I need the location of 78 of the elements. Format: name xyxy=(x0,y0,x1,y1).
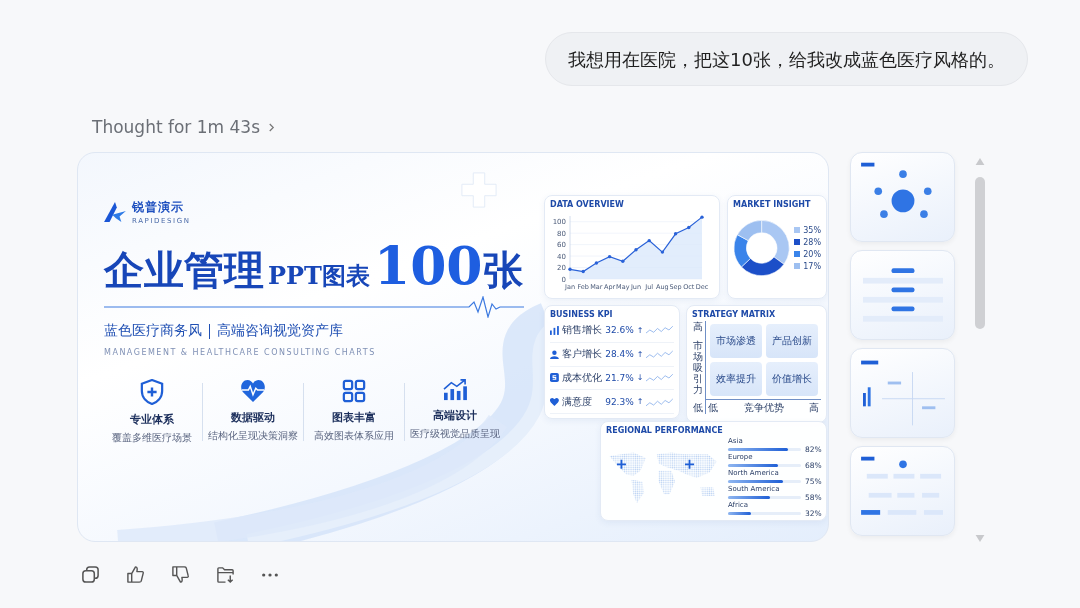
slide-thumbnail[interactable] xyxy=(850,152,955,242)
kpi-label: 成本优化 xyxy=(561,370,603,385)
card-title: BUSINESS KPI xyxy=(550,310,614,319)
legend-swatch xyxy=(794,239,801,245)
trend-arrow: ↑ xyxy=(636,397,644,407)
legend-swatch xyxy=(794,227,801,233)
person-icon xyxy=(550,349,559,359)
slide-subtitle: 高端咨询视觉资产库 xyxy=(217,322,343,340)
bar-chart-icon xyxy=(550,325,559,335)
matrix-quadrant: 市场渗透 xyxy=(710,324,762,358)
scrollbar-thumb[interactable] xyxy=(975,177,985,329)
kpi-value: 32.6% xyxy=(605,325,634,336)
kpi-value: 92.3% xyxy=(605,396,634,407)
chevron-icon xyxy=(268,121,276,133)
card-title: MARKET INSIGHT xyxy=(733,200,812,209)
slide-title-text: 企业管理 xyxy=(104,245,264,295)
slide-thumbnail[interactable] xyxy=(850,250,955,340)
slide-tagline: MANAGEMENT & HEALTHCARE CONSULTING CHARTS xyxy=(104,348,377,357)
trend-arrow: ↓ xyxy=(636,373,644,383)
kpi-label: 客户增长 xyxy=(561,347,603,362)
thought-toggle[interactable]: Thought for 1m 43s xyxy=(92,116,276,138)
feature-title: 数据驱动 xyxy=(231,410,275,425)
axis-label: 高 xyxy=(692,321,703,333)
card-title: STRATEGY MATRIX xyxy=(692,310,777,319)
cross-icon xyxy=(460,171,498,209)
slide-title-text: 张 xyxy=(482,245,523,295)
kpi-label: 销售增长 xyxy=(561,323,603,338)
bar-chart-arrow-icon xyxy=(442,379,468,401)
heart-pulse-icon xyxy=(240,379,266,403)
thumbs-down-icon[interactable] xyxy=(171,565,190,584)
folder-download-icon[interactable] xyxy=(216,565,235,584)
feature-title: 高端设计 xyxy=(433,408,477,423)
sparkline-drawing xyxy=(646,349,674,360)
feature-title: 专业体系 xyxy=(130,412,174,427)
legend-label: 17% xyxy=(803,261,821,271)
kpi-label: 满意度 xyxy=(561,394,593,409)
feature-note: 高效图表体系应用 xyxy=(314,429,394,443)
heart-icon xyxy=(550,397,559,406)
slide-thumbnail[interactable] xyxy=(850,348,955,438)
sparkline-drawing xyxy=(646,325,674,336)
slide-thumbnail[interactable] xyxy=(850,446,955,536)
feature-title: 图表丰富 xyxy=(332,410,376,425)
card-title: DATA OVERVIEW xyxy=(550,200,625,209)
feature-note: 医疗级视觉品质呈现 xyxy=(410,427,500,441)
copy-icon[interactable] xyxy=(81,565,100,584)
legend-label: 35% xyxy=(803,225,821,235)
matrix-quadrant: 产品创新 xyxy=(766,324,818,358)
thumbs-up-icon[interactable] xyxy=(126,565,145,584)
feature-note: 结构化呈现决策洞察 xyxy=(208,429,298,443)
matrix-quadrant: 价值增长 xyxy=(766,362,818,396)
trend-arrow: ↑ xyxy=(636,349,644,359)
legend-swatch xyxy=(794,251,801,257)
shield-plus-icon xyxy=(140,379,164,405)
legend-label: 28% xyxy=(803,237,821,247)
legend-label: 20% xyxy=(803,249,821,259)
axis-title: 市场吸引力 xyxy=(692,340,703,395)
slide-title-text: 100 xyxy=(373,235,483,296)
axis-label: 低 xyxy=(708,402,718,414)
slide-title-text: PPT图表 xyxy=(268,260,370,292)
trend-arrow: ↑ xyxy=(636,325,644,335)
more-icon[interactable] xyxy=(261,571,279,578)
user-message: 我想用在医院，把这10张，给我改成蓝色医疗风格的。 xyxy=(545,32,1028,86)
matrix-quadrant: 效率提升 xyxy=(710,362,762,396)
grid-icon xyxy=(342,379,366,403)
brand-name: 锐普演示 xyxy=(132,199,185,216)
slide-subtitle: 蓝色医疗商务风 xyxy=(104,322,202,340)
axis-title: 竞争优势 xyxy=(743,402,784,414)
kpi-value: 21.7% xyxy=(605,372,634,383)
legend-swatch xyxy=(794,263,801,269)
kpi-value: 28.4% xyxy=(605,349,634,360)
sparkline-drawing xyxy=(646,396,674,407)
feature-note: 覆盖多维医疗场景 xyxy=(112,431,192,445)
axis-label: 高 xyxy=(809,402,819,414)
currency-icon xyxy=(550,373,559,383)
card-title: REGIONAL PERFORMANCE xyxy=(606,426,724,435)
axis-label: 低 xyxy=(692,402,703,414)
sparkline-drawing xyxy=(646,372,674,383)
logo-icon xyxy=(104,202,126,222)
